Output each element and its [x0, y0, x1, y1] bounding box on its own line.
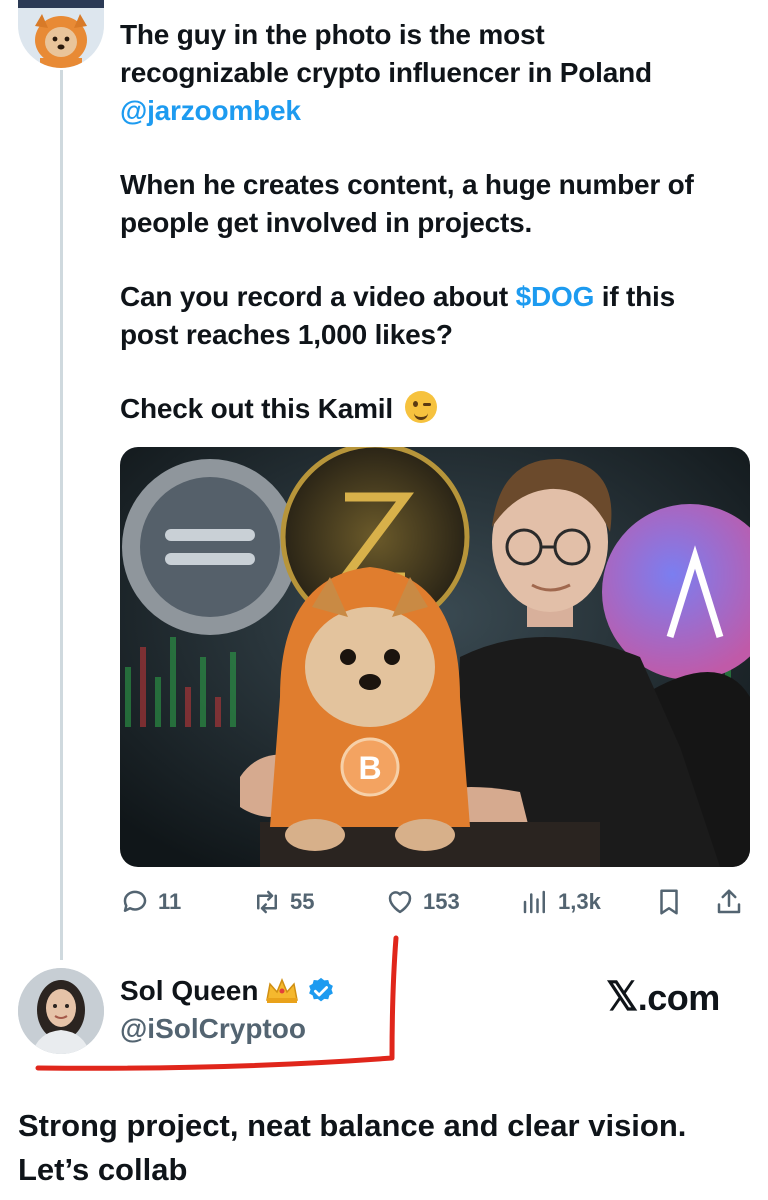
repost-count: 55: [290, 889, 315, 914]
reply-line: Let’s collab: [18, 1152, 188, 1187]
tweet-action-bar: 11 55 153 1,3k: [120, 880, 750, 924]
wink-emoji-icon: [404, 391, 437, 423]
tweet-line: post reaches 1,000 likes?: [120, 319, 453, 350]
tweet-line: The guy in the photo is the most: [120, 19, 545, 50]
tweet-line: recognizable crypto influencer in Poland: [120, 57, 652, 88]
watermark-suffix: .com: [637, 977, 721, 1018]
tweet-text-span: Check out this Kamil: [120, 393, 393, 424]
views-count: 1,3k: [558, 889, 601, 914]
views-chart-icon: [523, 890, 545, 914]
repost-button[interactable]: 55: [252, 880, 314, 924]
x-logo-icon: 𝕏: [606, 975, 638, 1019]
bookmark-button[interactable]: [654, 880, 684, 924]
share-button[interactable]: [714, 880, 744, 924]
bookmark-icon: [660, 889, 678, 915]
thread-line: [60, 70, 63, 960]
like-count: 153: [423, 889, 460, 914]
tweet-body: The guy in the photo is the most recogni…: [120, 16, 750, 428]
share-icon: [717, 889, 741, 914]
repost-icon: [257, 890, 277, 914]
like-button[interactable]: 153: [385, 880, 460, 924]
reply-count: 11: [158, 889, 182, 914]
x-com-watermark: 𝕏.com: [606, 974, 720, 1020]
tweet-media-image[interactable]: B: [120, 447, 750, 867]
heart-icon: [388, 891, 412, 914]
red-annotation-underline: [35, 935, 399, 1071]
reply-button[interactable]: 11: [120, 880, 181, 924]
author-avatar[interactable]: [18, 0, 104, 68]
tweet-text-span: if this: [594, 281, 676, 312]
reply-body: Strong project, neat balance and clear v…: [18, 1104, 758, 1192]
tweet-line: people get involved in projects.: [120, 207, 533, 238]
reply-line: Strong project, neat balance and clear v…: [18, 1108, 687, 1143]
tweet-line: When he creates content, a huge number o…: [120, 169, 694, 200]
mention-link[interactable]: @jarzoombek: [120, 95, 301, 126]
cashtag-link[interactable]: $DOG: [516, 281, 595, 312]
tweet-text-span: Can you record a video about: [120, 281, 516, 312]
views-button[interactable]: 1,3k: [520, 880, 601, 924]
svg-text:B: B: [358, 750, 381, 786]
reply-icon: [123, 890, 147, 912]
